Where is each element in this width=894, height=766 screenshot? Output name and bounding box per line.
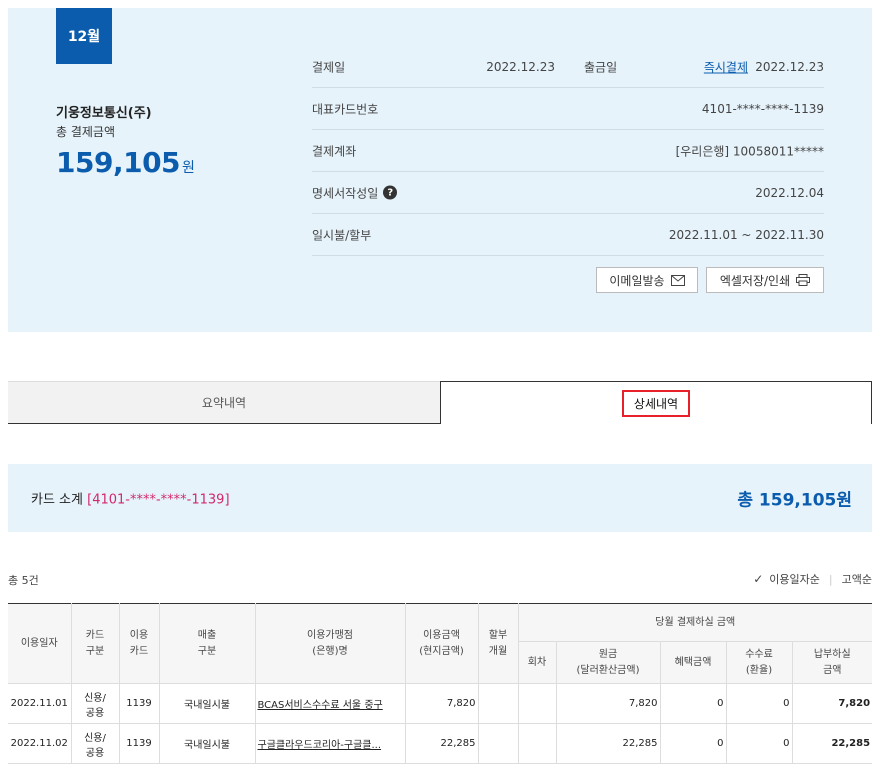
cell-round (517, 723, 557, 764)
header-date: 이용일자 (8, 603, 72, 684)
header-card-type: 카드 구분 (70, 603, 120, 684)
send-email-button[interactable]: 이메일발송 (596, 267, 698, 293)
card-number-label: 대표카드번호 (312, 102, 379, 116)
cell-principal: 7,820 (555, 683, 661, 724)
card-number-value: 4101-****-****-1139 (701, 101, 824, 116)
sort-options: ✓ 이용일자순 | 고액순 (753, 571, 872, 587)
cell-due: 7,820 (791, 683, 873, 724)
card-subtotal-number: [4101-****-****-1139] (87, 492, 230, 508)
pay-date-label: 결제일 (312, 60, 346, 74)
statement-tabs: 요약내역 상세내역 (8, 381, 872, 424)
instant-payment-link[interactable]: 즉시결제 (704, 58, 748, 75)
info-row-statement-date: 명세서작성일? 2022.12.04 (312, 172, 824, 214)
cell-amount: 7,820 (404, 683, 479, 724)
company-name: 기웅정보통신(주) (56, 106, 152, 121)
withdraw-date-value: 2022.12.23 (755, 59, 824, 74)
cell-sale-type: 국내일시불 (158, 683, 256, 724)
account-value: [우리은행] 10058011***** (675, 144, 824, 158)
header-benefit: 혜택금액 (659, 641, 727, 684)
total-payment-amount: 159,105 원 (56, 146, 195, 179)
cell-date: 2022.11.01 (8, 683, 72, 724)
help-icon[interactable]: ? (383, 185, 398, 200)
send-email-label: 이메일발송 (609, 273, 665, 288)
info-row-period: 일시불/할부 2022.11.01 ~ 2022.11.30 (312, 214, 824, 256)
header-amount: 이용금액 (현지금액) (404, 603, 479, 684)
info-row-account: 결제계좌 [우리은행] 10058011***** (312, 130, 824, 172)
total-amount-value: 159,105 (56, 146, 181, 179)
cell-installment (477, 683, 519, 724)
total-payment-label: 총 결제금액 (56, 125, 116, 139)
cell-card-type: 신용/공용 (70, 683, 120, 724)
period-label: 일시불/할부 (312, 228, 372, 242)
tab-summary[interactable]: 요약내역 (8, 381, 440, 424)
table-row: 2022.11.02 신용/공용 1139 국내일시불 구글클라우드코리아-구글… (8, 723, 873, 764)
cell-card-type: 신용/공용 (70, 723, 120, 764)
statement-summary: 12월 기웅정보통신(주) 총 결제금액 159,105 원 결제일 2022.1… (8, 8, 872, 332)
excel-print-button[interactable]: 엑셀저장/인쇄 (706, 267, 824, 293)
cell-sale-type: 국내일시불 (158, 723, 256, 764)
tab-detail-label: 상세내역 (621, 389, 691, 417)
header-use-card: 이용 카드 (118, 603, 160, 684)
cell-installment (477, 723, 519, 764)
envelope-icon (670, 274, 685, 286)
sort-by-date[interactable]: 이용일자순 (769, 571, 820, 587)
header-principal: 원금 (달러환산금액) (555, 641, 661, 684)
header-monthly-payment: 당월 결제하실 금액 (517, 603, 873, 642)
checkmark-icon: ✓ (753, 572, 764, 586)
statement-date-label: 명세서작성일 (312, 186, 379, 200)
cell-benefit: 0 (659, 683, 727, 724)
cell-round (517, 683, 557, 724)
card-subtotal-amount: 총 159,105원 (737, 490, 852, 511)
cell-merchant-link[interactable]: 구글클라우드코리아-구글클... (254, 723, 406, 764)
card-subtotal-label: 카드 소계 (31, 492, 83, 508)
info-row-card-number: 대표카드번호 4101-****-****-1139 (312, 88, 824, 130)
total-amount-unit: 원 (182, 160, 195, 176)
cell-use-card: 1139 (118, 683, 160, 724)
cell-use-card: 1139 (118, 723, 160, 764)
card-subtotal-title: 카드 소계 [4101-****-****-1139] (31, 489, 230, 508)
cell-fee: 0 (725, 723, 793, 764)
period-value: 2022.11.01 ~ 2022.11.30 (668, 227, 824, 242)
excel-print-label: 엑셀저장/인쇄 (719, 273, 791, 288)
header-sale-type: 매출 구분 (158, 603, 256, 684)
transaction-table: 이용일자 카드 구분 이용 카드 매출 구분 이용가맹점 (은행)명 이용금액 (현지금액… (8, 603, 873, 764)
pay-date-value: 2022.12.23 (486, 59, 555, 74)
header-due: 납부하실 금액 (791, 641, 873, 684)
withdraw-date-label: 출금일 (584, 60, 618, 74)
header-fee: 수수료 (환율) (725, 641, 793, 684)
account-label: 결제계좌 (312, 144, 357, 158)
result-count: 총 5건 (8, 574, 39, 587)
header-installment: 할부 개월 (477, 603, 519, 684)
cell-date: 2022.11.02 (8, 723, 72, 764)
cell-principal: 22,285 (555, 723, 661, 764)
statement-date-value: 2022.12.04 (755, 185, 824, 200)
tab-detail[interactable]: 상세내역 (440, 381, 872, 424)
card-subtotal: 카드 소계 [4101-****-****-1139] 총 159,105원 (8, 464, 872, 532)
header-merchant: 이용가맹점 (은행)명 (254, 603, 406, 684)
cell-due: 22,285 (791, 723, 873, 764)
sort-divider: | (828, 572, 833, 586)
sort-by-amount[interactable]: 고액순 (842, 571, 872, 587)
month-badge: 12월 (56, 8, 112, 64)
printer-icon (796, 274, 811, 286)
statement-date-label-wrap: 명세서작성일? (312, 184, 398, 201)
cell-amount: 22,285 (404, 723, 479, 764)
info-row-pay-date: 결제일 2022.12.23 출금일 즉시결제 2022.12.23 (312, 46, 824, 88)
cell-merchant-link[interactable]: BCAS서비스수수료 서울 중구 (254, 683, 406, 724)
cell-benefit: 0 (659, 723, 727, 764)
cell-fee: 0 (725, 683, 793, 724)
header-round: 회차 (518, 641, 557, 684)
table-row: 2022.11.01 신용/공용 1139 국내일시불 BCAS서비스수수료 서… (8, 683, 873, 724)
